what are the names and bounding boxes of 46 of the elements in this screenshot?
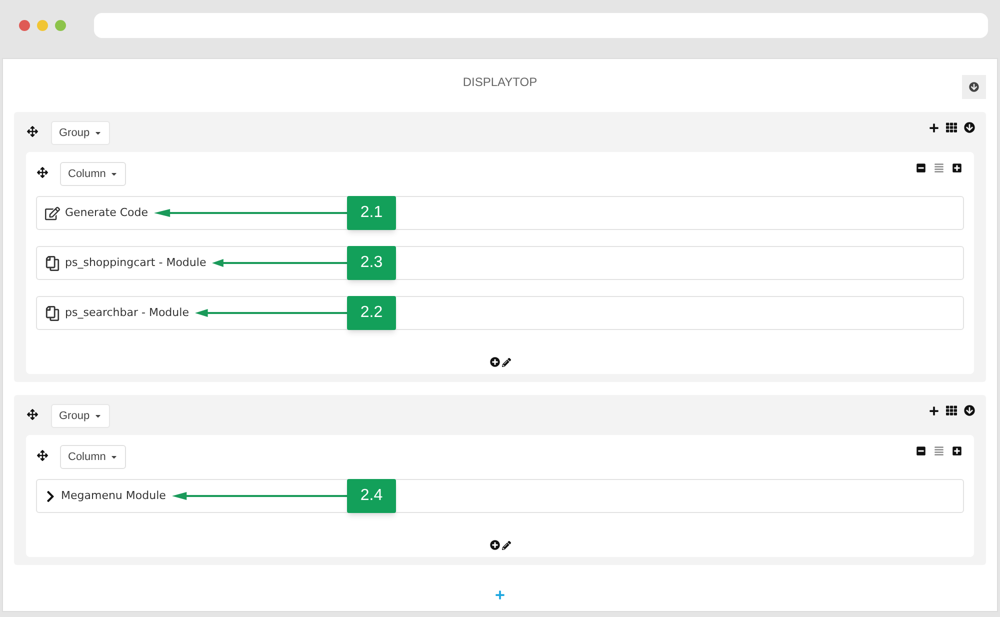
copy-icon <box>45 306 60 320</box>
add-icon[interactable] <box>490 540 500 550</box>
pencil-icon[interactable] <box>502 358 510 366</box>
edit-icon <box>45 206 60 220</box>
circle-arrow-down-icon[interactable] <box>964 122 975 133</box>
plus-icon[interactable] <box>952 163 962 173</box>
module-label: ps_searchbar - Module <box>65 304 189 321</box>
callout-badge: 2.4 <box>347 479 396 513</box>
callout-badge: 2.2 <box>347 296 396 330</box>
minus-icon[interactable] <box>916 446 926 456</box>
section-title: DISPLAYTOP <box>462 74 538 91</box>
module-label: Megamenu Module <box>61 488 166 504</box>
move-icon[interactable] <box>37 450 48 461</box>
move-icon[interactable] <box>37 167 48 178</box>
plus-icon[interactable] <box>952 446 962 456</box>
callout-badge: 2.3 <box>347 246 396 280</box>
module-row[interactable]: Megamenu Module 2.4 <box>36 479 964 513</box>
collapse-button[interactable] <box>962 75 986 99</box>
callout-badge: 2.1 <box>347 196 396 230</box>
pencil-icon[interactable] <box>502 540 510 550</box>
group-dropdown[interactable]: Group <box>51 404 110 428</box>
add-icon[interactable] <box>490 357 500 367</box>
caret-icon <box>94 129 102 137</box>
column-dropdown[interactable]: Column <box>60 162 126 186</box>
caret-icon <box>110 170 118 178</box>
add-group-icon[interactable] <box>495 590 505 600</box>
move-icon[interactable] <box>27 409 38 420</box>
column-dropdown[interactable]: Column <box>60 445 126 469</box>
minus-icon[interactable] <box>916 163 926 173</box>
circle-arrow-down-icon <box>969 82 979 92</box>
copy-icon <box>45 256 60 270</box>
circle-arrow-down-icon[interactable] <box>964 405 975 416</box>
grid-icon[interactable] <box>946 122 957 133</box>
module-row[interactable]: ps_shoppingcart - Module 2.3 <box>36 246 964 280</box>
grid-icon[interactable] <box>946 405 957 416</box>
group-dropdown[interactable]: Group <box>51 121 110 145</box>
chevron-right-icon <box>45 490 56 502</box>
move-icon[interactable] <box>27 126 38 137</box>
plus-icon[interactable] <box>929 406 939 416</box>
module-label: ps_shoppingcart - Module <box>65 254 206 271</box>
caret-icon <box>94 412 102 420</box>
plus-icon[interactable] <box>929 122 939 132</box>
module-row[interactable]: ps_searchbar - Module 2.2 <box>36 296 964 330</box>
module-label: Generate Code <box>65 204 148 221</box>
caret-icon <box>110 453 118 461</box>
module-row[interactable]: Generate Code 2.1 <box>36 196 964 230</box>
